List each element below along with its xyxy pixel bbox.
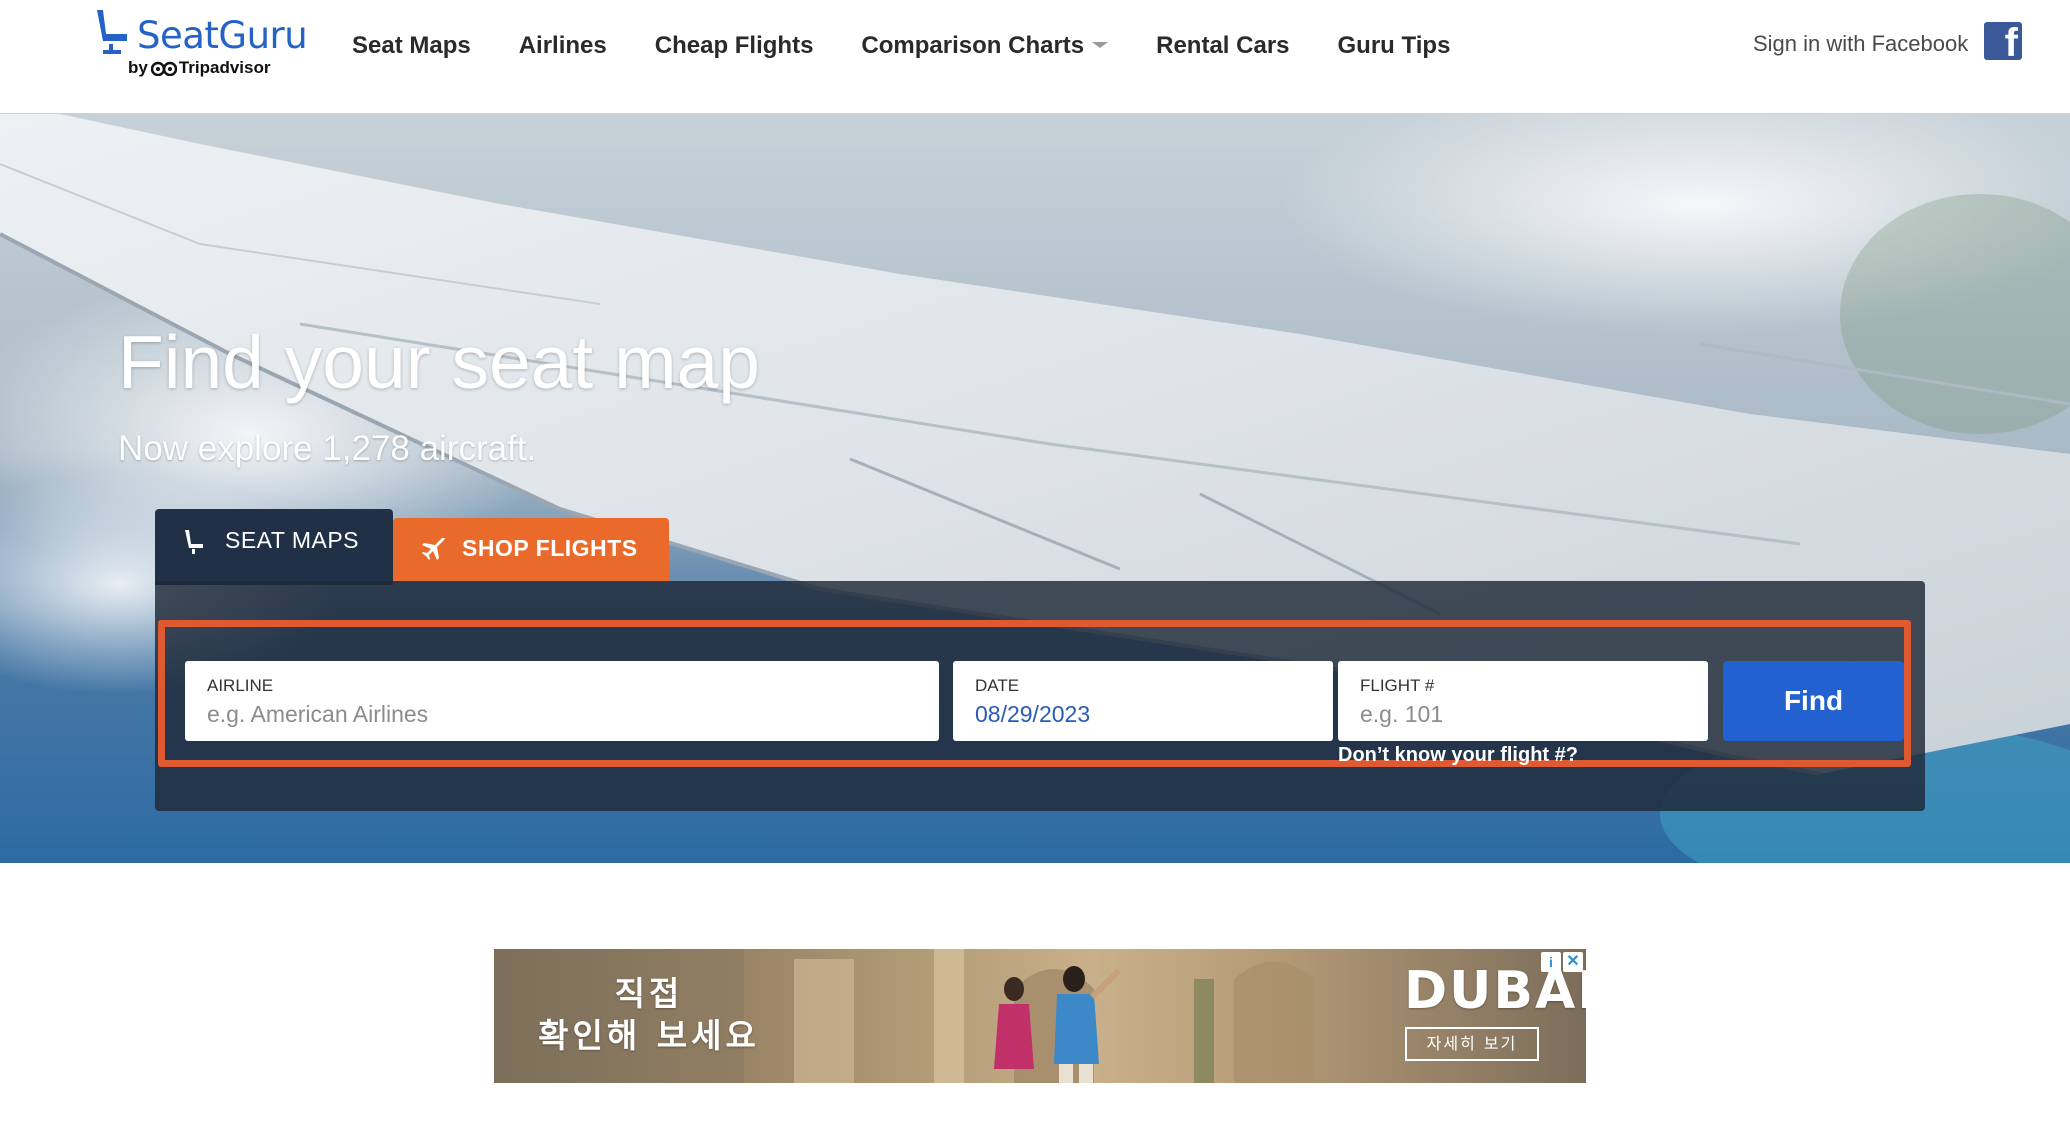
ad-headline-line1: 직접 bbox=[614, 974, 684, 1013]
facebook-icon[interactable]: f bbox=[1984, 22, 2022, 60]
nav-cheap-flights[interactable]: Cheap Flights bbox=[655, 30, 814, 62]
ad-cta-button[interactable]: 자세히 보기 bbox=[1405, 1027, 1539, 1061]
tab-shop-flights-label: SHOP FLIGHTS bbox=[462, 535, 638, 561]
tab-seat-maps[interactable]: SEAT MAPS bbox=[155, 509, 393, 585]
seat-map-search-panel: AIRLINE DATE FLIGHT # Find Don’t know yo… bbox=[155, 581, 1925, 811]
tab-seat-maps-label: SEAT MAPS bbox=[225, 527, 360, 553]
site-header: SeatGuru by Tripadvisor Seat Maps Airlin… bbox=[0, 0, 2070, 114]
nav-seat-maps[interactable]: Seat Maps bbox=[352, 30, 471, 62]
ad-info-icon[interactable]: i bbox=[1541, 952, 1561, 972]
ad-headline: 직접 확인해 보세요 bbox=[534, 973, 764, 1057]
tripadvisor-owl-icon bbox=[150, 61, 177, 76]
logo-byline: by Tripadvisor bbox=[128, 58, 270, 78]
flight-number-field[interactable]: FLIGHT # bbox=[1338, 661, 1708, 741]
facebook-signin-link[interactable]: Sign in with Facebook bbox=[1753, 28, 1968, 60]
seat-logo-icon bbox=[97, 10, 127, 54]
flight-number-input[interactable] bbox=[1360, 699, 1686, 729]
seat-icon bbox=[185, 530, 203, 554]
seatguru-logo[interactable]: SeatGuru by Tripadvisor bbox=[93, 8, 308, 84]
airline-label: AIRLINE bbox=[207, 676, 274, 695]
advertisement-banner[interactable]: 직접 확인해 보세요 DUBAI 자세히 보기 i ✕ bbox=[494, 949, 1586, 1083]
nav-airlines[interactable]: Airlines bbox=[519, 30, 607, 62]
logo-partner-text: Tripadvisor bbox=[178, 58, 271, 77]
main-nav: Seat Maps Airlines Cheap Flights Compari… bbox=[352, 30, 1498, 62]
hero-subtitle: Now explore 1,278 aircraft. bbox=[118, 429, 537, 468]
airline-input[interactable] bbox=[207, 699, 917, 729]
nav-comparison-charts-label: Comparison Charts bbox=[861, 32, 1085, 59]
tab-shop-flights[interactable]: SHOP FLIGHTS bbox=[393, 518, 669, 582]
flight-number-label: FLIGHT # bbox=[1360, 676, 1435, 695]
logo-by-text: by bbox=[128, 58, 148, 77]
nav-guru-tips[interactable]: Guru Tips bbox=[1338, 30, 1451, 62]
find-button[interactable]: Find bbox=[1723, 661, 1904, 741]
nav-rental-cars[interactable]: Rental Cars bbox=[1156, 30, 1289, 62]
ad-headline-line2: 확인해 보세요 bbox=[538, 1016, 760, 1055]
logo-name: SeatGuru bbox=[137, 14, 308, 57]
hero-banner: Find your seat map Now explore 1,278 air… bbox=[0, 114, 2070, 863]
date-input[interactable] bbox=[975, 699, 1311, 729]
airline-field[interactable]: AIRLINE bbox=[185, 661, 939, 741]
chevron-down-icon bbox=[1092, 42, 1109, 48]
date-label: DATE bbox=[975, 676, 1020, 695]
hero-title: Find your seat map bbox=[118, 320, 760, 404]
nav-comparison-charts[interactable]: Comparison Charts bbox=[861, 30, 1109, 62]
airplane-icon bbox=[422, 538, 445, 560]
dont-know-flight-link[interactable]: Don’t know your flight #? bbox=[1338, 744, 1578, 767]
date-field[interactable]: DATE bbox=[953, 661, 1333, 741]
ad-close-icon[interactable]: ✕ bbox=[1563, 952, 1583, 972]
